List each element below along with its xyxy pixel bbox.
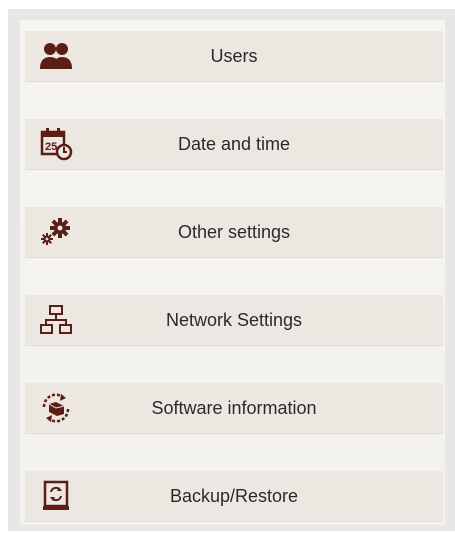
menu-item-network-settings[interactable]: Network Settings [25,295,443,346]
users-icon [39,39,73,73]
settings-panel: Users 25 Date and time Other settings Ne… [8,9,455,531]
gears-icon [39,215,73,249]
software-update-icon [39,391,73,425]
network-icon [39,303,73,337]
menu-item-backup-restore[interactable]: Backup/Restore [25,471,443,522]
menu-item-date-time[interactable]: 25 Date and time [25,119,443,170]
calendar-clock-icon: 25 [39,127,73,161]
menu-item-software-information-label: Software information [151,398,317,418]
menu-item-users-label: Users [210,46,258,66]
svg-text:25: 25 [45,141,57,153]
menu-item-backup-restore-label: Backup/Restore [169,486,299,506]
menu-item-users[interactable]: Users [25,31,443,82]
menu-item-network-settings-label: Network Settings [165,310,303,330]
menu-item-software-information[interactable]: Software information [25,383,443,434]
settings-menu: Users 25 Date and time Other settings Ne… [20,20,445,525]
menu-item-other-settings[interactable]: Other settings [25,207,443,258]
backup-drive-icon [39,479,73,513]
menu-item-date-time-label: Date and time [177,134,291,154]
menu-item-other-settings-label: Other settings [177,222,291,242]
